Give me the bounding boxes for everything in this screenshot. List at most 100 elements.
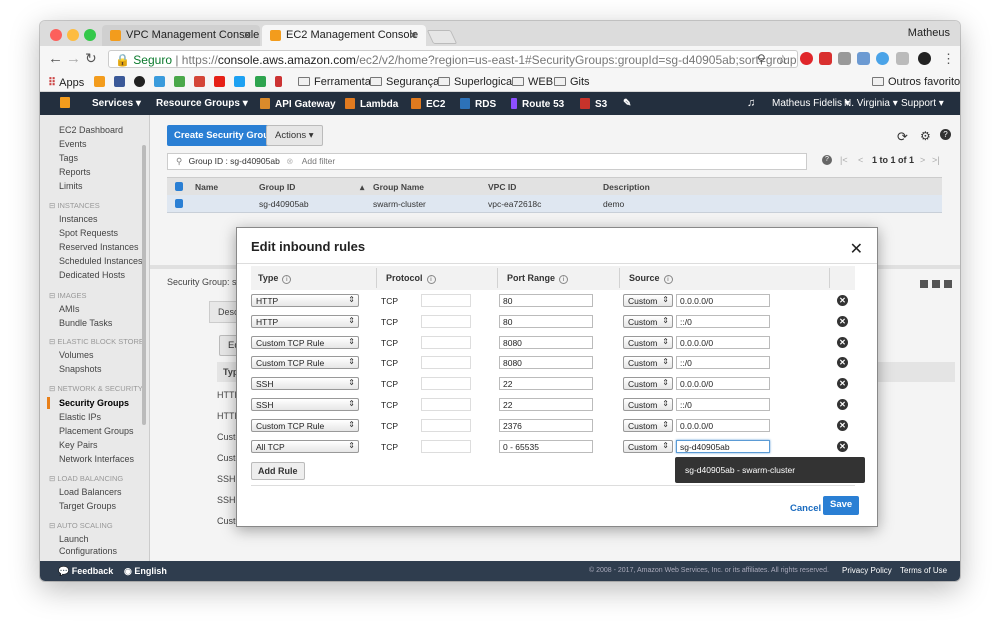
delete-rule-icon[interactable]: ✕ [837,399,848,410]
new-tab-button[interactable] [426,30,458,44]
sidebar-item-ec2-dashboard[interactable]: EC2 Dashboard [59,125,123,135]
forward-arrow-icon[interactable]: → [66,50,81,67]
bookmark-folder-seguranca[interactable]: Segurança [370,76,439,88]
github-icon[interactable] [134,76,146,87]
sidebar-section-network-security[interactable]: ⊟ NETWORK & SECURITY [49,384,143,393]
close-tab-icon[interactable]: ✕ [409,29,418,42]
extension-icon[interactable] [896,52,909,65]
sidebar-item-instances[interactable]: Instances [59,214,98,224]
minimize-window-button[interactable] [67,29,79,41]
col-name[interactable]: Name [195,182,218,192]
language-link[interactable]: ◉ English [124,566,167,577]
cancel-button[interactable]: Cancel [790,503,821,514]
url-input[interactable]: 🔒 Seguro | https://console.aws.amazon.co… [108,50,798,68]
bookmark-star-icon[interactable]: ☆ [777,51,789,68]
back-arrow-icon[interactable]: ← [48,50,63,67]
type-select[interactable]: Custom TCP Rule ⇕ [251,356,359,370]
source-type-select[interactable]: Custom ⇕ [623,335,673,349]
sidebar-item-events[interactable]: Events [59,139,87,149]
sidebar-scrollbar[interactable] [142,145,146,425]
type-select[interactable]: All TCP ⇕ [251,439,359,453]
extension-icon[interactable] [819,52,832,65]
col-group-id[interactable]: Group ID [259,182,295,192]
select-all-checkbox[interactable] [175,182,183,191]
port-range-input[interactable]: 0 - 65535 [499,439,593,453]
filter-tag[interactable]: Group ID : sg-d40905ab [189,156,280,166]
bookmark-folder-superlogica[interactable]: Superlogica [438,76,512,88]
netflix-icon[interactable] [274,76,282,87]
sidebar-item-amis[interactable]: AMIs [59,304,80,314]
type-select[interactable]: HTTP ⇕ [251,294,359,307]
port-range-input[interactable]: 80 [499,294,593,307]
source-input[interactable]: 0.0.0.0/0 [676,418,770,432]
services-menu[interactable]: Services ▾ [92,98,141,109]
source-type-select[interactable]: Custom ⇕ [623,294,673,307]
port-range-input[interactable]: 22 [499,398,593,411]
port-range-input[interactable]: 8080 [499,356,593,370]
sidebar-item-reserved-instances[interactable]: Reserved Instances [59,242,139,252]
info-icon[interactable]: i [559,275,569,284]
support-menu[interactable]: Support ▾ [901,98,944,109]
save-button[interactable]: Save [823,496,860,515]
info-icon[interactable]: i [426,275,436,284]
sidebar-item-security-groups[interactable]: Security Groups [59,398,129,408]
reload-icon[interactable]: ↻ [85,50,97,67]
table-row[interactable]: sg-d40905ab swarm-cluster vpc-ea72618c d… [167,195,942,213]
youtube-icon[interactable] [214,76,226,87]
gear-icon[interactable]: ⚙ [920,129,931,143]
source-input[interactable]: 0.0.0.0/0 [676,294,770,307]
sidebar-item-placement-groups[interactable]: Placement Groups [59,426,134,436]
delete-rule-icon[interactable]: ✕ [837,315,848,327]
bookmark-folder-gits[interactable]: Gits [554,76,590,88]
region-menu[interactable]: N. Virginia ▾ [844,98,898,109]
sidebar-item-volumes[interactable]: Volumes [59,350,94,360]
type-select[interactable]: SSH ⇕ [251,377,359,391]
source-input[interactable]: ::/0 [676,314,770,328]
nav-rds[interactable]: RDS [460,98,496,110]
source-type-select[interactable]: Custom ⇕ [623,377,673,391]
type-select[interactable]: HTTP ⇕ [251,314,359,328]
source-input[interactable]: 0.0.0.0/0 [676,335,770,349]
nav-s3[interactable]: S3 [580,98,607,110]
zoom-icon[interactable]: ⚲ [757,51,766,68]
nav-ec2[interactable]: EC2 [411,98,445,110]
extension-icon[interactable] [918,52,931,65]
port-range-input[interactable]: 22 [499,377,593,391]
info-icon[interactable]: i [282,275,292,284]
source-input[interactable]: 0.0.0.0/0 [676,377,770,391]
bookmark-icon[interactable] [254,76,266,87]
sidebar-item-reports[interactable]: Reports [59,167,91,177]
sidebar-item-configurations[interactable]: Configurations [59,546,117,556]
port-range-input[interactable]: 2376 [499,418,593,432]
apps-bookmark[interactable]: ⠿ Apps [48,76,84,89]
sidebar-item-network-interfaces[interactable]: Network Interfaces [59,454,134,464]
gmail-icon[interactable] [194,76,206,87]
close-icon[interactable]: ✕ [850,239,863,259]
bookmark-folder-ferramentas[interactable]: Ferramentas [298,76,376,88]
sidebar-item-dedicated-hosts[interactable]: Dedicated Hosts [59,270,125,280]
bookmark-folder-outros[interactable]: Outros favoritos [872,76,960,88]
add-rule-button[interactable]: Add Rule [251,462,305,480]
prev-page-icon[interactable]: < [858,155,863,165]
remove-filter-icon[interactable]: ⊗ [286,156,293,166]
profile-name[interactable]: Matheus [908,27,950,39]
privacy-link[interactable]: Privacy Policy [842,566,892,575]
source-input[interactable]: sg-d40905ab [676,439,770,453]
delete-rule-icon[interactable]: ✕ [837,378,848,390]
actions-button[interactable]: Actions ▾ [266,125,323,146]
sidebar-item-bundle-tasks[interactable]: Bundle Tasks [59,318,112,328]
terms-link[interactable]: Terms of Use [900,566,947,575]
menu-dots-icon[interactable]: ⋮ [942,50,955,67]
delete-rule-icon[interactable]: ✕ [837,336,848,348]
bookmark-icon[interactable] [154,76,166,87]
sidebar-section-instances[interactable]: ⊟ INSTANCES [49,201,100,210]
create-security-group-button[interactable]: Create Security Group [167,125,282,146]
bookmark-icon[interactable] [114,76,126,87]
sidebar-section-auto-scaling[interactable]: ⊟ AUTO SCALING [49,521,113,530]
delete-rule-icon[interactable]: ✕ [837,357,848,369]
nav-api-gateway[interactable]: API Gateway [260,98,336,110]
sidebar-item-elastic-ips[interactable]: Elastic IPs [59,412,101,422]
source-type-select[interactable]: Custom ⇕ [623,356,673,370]
sidebar-section-load-balancing[interactable]: ⊟ LOAD BALANCING [49,474,123,483]
type-select[interactable]: Custom TCP Rule ⇕ [251,418,359,432]
